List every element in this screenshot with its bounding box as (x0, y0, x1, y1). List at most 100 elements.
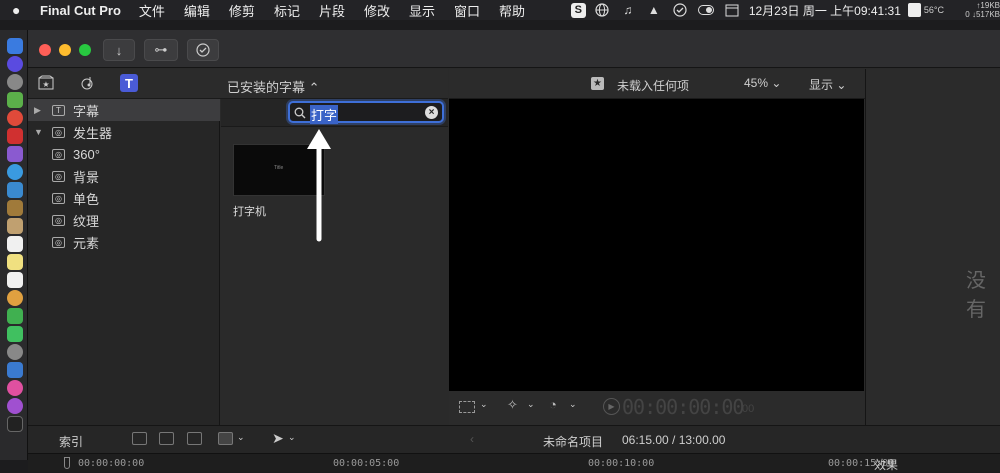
transform-icon[interactable] (459, 401, 475, 413)
clock[interactable]: 12月23日 周一 上午09:41:31 (749, 2, 901, 19)
launchpad-icon[interactable] (7, 74, 23, 90)
keynote-icon[interactable] (7, 362, 23, 378)
finder-icon[interactable] (7, 38, 23, 54)
playhead-icon[interactable] (64, 457, 70, 469)
chevron-down-icon[interactable]: ⌄ (569, 399, 577, 410)
net-down: 0 ↓517KB (965, 10, 1000, 19)
sidebar-item-backgrounds[interactable]: ◎ 背景 (28, 165, 220, 187)
itunes-icon[interactable] (7, 380, 23, 396)
generator-icon: ◎ (52, 126, 65, 138)
enhance-icon[interactable]: ✧ (507, 397, 518, 413)
safari-icon[interactable] (7, 164, 23, 180)
generator-icon: ◎ (52, 214, 65, 226)
contacts-icon[interactable] (7, 218, 23, 234)
sidebar-item-360[interactable]: ◎ 360° (28, 143, 220, 165)
background-tasks-button[interactable] (187, 39, 219, 61)
menu-file[interactable]: 文件 (139, 1, 165, 20)
clear-search-icon[interactable]: × (425, 106, 438, 119)
menu-trim[interactable]: 修剪 (229, 1, 255, 20)
timeline-ruler[interactable]: 00:00:00:00 00:00:05:00 00:00:10:00 00:0… (28, 453, 1000, 472)
close-button[interactable] (39, 44, 51, 56)
tv-icon[interactable] (7, 416, 23, 432)
import-button[interactable]: ↓ (103, 39, 135, 61)
app-menu[interactable]: Final Cut Pro (40, 3, 121, 18)
xcode-icon[interactable] (7, 182, 23, 198)
minimize-button[interactable] (59, 44, 71, 56)
back-icon[interactable]: ‹ (470, 432, 474, 446)
app-red-icon[interactable] (7, 128, 23, 144)
final-cut-window: ↓ ⊶ ★ T 已安装的字幕 ⌃ ▶ T 字幕 ▼ ◎ 发生器 ◎ 360° ◎… (28, 30, 1000, 472)
select-tool-icon[interactable]: ➤ (272, 430, 284, 447)
photos-icon[interactable] (7, 290, 23, 306)
calendar-icon[interactable] (722, 2, 742, 18)
viewer-canvas[interactable] (449, 99, 864, 391)
disclosure-right-icon[interactable]: ▶ (34, 105, 44, 116)
inspector-placeholder: 没有 (966, 270, 986, 321)
menu-help[interactable]: 帮助 (499, 1, 525, 20)
chrome-icon[interactable] (7, 110, 23, 126)
zoom-button[interactable] (79, 44, 91, 56)
apple-menu-icon[interactable]: ● (12, 2, 34, 18)
android-icon[interactable] (7, 92, 23, 108)
facetime-icon[interactable] (7, 308, 23, 324)
reminders-icon[interactable] (7, 272, 23, 288)
sidebar-item-textures[interactable]: ◎ 纹理 (28, 209, 220, 231)
chevron-down-icon[interactable]: ⌄ (237, 432, 245, 443)
speed-icon[interactable]: ◔ (549, 397, 557, 412)
messages-icon[interactable] (7, 326, 23, 342)
effects-label[interactable]: 效果 (874, 456, 898, 473)
thumb-title-text: Title (274, 165, 284, 171)
sidebar-item-label: 元素 (73, 235, 100, 251)
play-icon[interactable]: ▶ (603, 398, 620, 415)
connect-clip-icon[interactable] (132, 432, 147, 445)
titles-generators-icon[interactable]: T (120, 74, 138, 92)
preferences-icon[interactable] (7, 344, 23, 360)
zoom-menu[interactable]: 45% ⌄ (744, 76, 781, 90)
viewer-star-icon[interactable]: ★ (591, 77, 604, 90)
index-button[interactable]: 索引 (59, 433, 83, 450)
notes-icon[interactable] (7, 254, 23, 270)
menu-view[interactable]: 显示 (409, 1, 435, 20)
menu-mark[interactable]: 标记 (274, 1, 300, 20)
overwrite-clip-icon[interactable] (218, 432, 233, 445)
project-duration: 06:15.00 / 13:00.00 (622, 433, 726, 447)
check-circle-icon[interactable] (670, 2, 690, 18)
menu-window[interactable]: 窗口 (454, 1, 480, 20)
browser-title[interactable]: 已安装的字幕 ⌃ (227, 77, 320, 96)
keywords-button[interactable]: ⊶ (144, 39, 178, 61)
calendar-dock-icon[interactable] (7, 236, 23, 252)
bookmark-icon[interactable] (907, 3, 921, 17)
notes-brown-icon[interactable] (7, 200, 23, 216)
search-input[interactable]: 打字 × (288, 101, 444, 124)
music-note-icon[interactable]: ♫ (618, 2, 638, 18)
chevron-down-icon[interactable]: ⌄ (527, 399, 535, 410)
ruler-tick-label: 00:00:05:00 (333, 458, 400, 469)
menu-edit[interactable]: 编辑 (184, 1, 210, 20)
sidebar-item-elements[interactable]: ◎ 元素 (28, 231, 220, 253)
chevron-down-icon[interactable]: ⌄ (480, 399, 488, 410)
photos-audio-icon[interactable] (79, 74, 97, 92)
append-clip-icon[interactable] (187, 432, 202, 445)
chevron-down-icon[interactable]: ⌄ (288, 432, 296, 443)
app-purple-icon[interactable] (7, 146, 23, 162)
sidebar-item-solids[interactable]: ◎ 单色 (28, 187, 220, 209)
search-query[interactable]: 打字 (310, 105, 339, 124)
sidebar-item-titles[interactable]: ▶ T 字幕 (28, 99, 220, 121)
generator-icon: ◎ (52, 192, 65, 204)
timecode-display[interactable]: 00:00:00:00 (622, 395, 744, 419)
notification-icon[interactable]: ▲ (644, 2, 664, 18)
toggle-icon[interactable] (696, 2, 716, 18)
disclosure-down-icon[interactable]: ▼ (34, 127, 44, 137)
menu-clip[interactable]: 片段 (319, 1, 345, 20)
ruler-tick-label: 00:00:10:00 (588, 458, 655, 469)
ruler-tick-label: 00:00:00:00 (78, 458, 145, 469)
s-app-icon[interactable]: S (570, 2, 586, 18)
sidebar-item-generators[interactable]: ▼ ◎ 发生器 (28, 121, 220, 143)
globe-icon[interactable] (592, 2, 612, 18)
siri-icon[interactable] (7, 56, 23, 72)
menu-modify[interactable]: 修改 (364, 1, 390, 20)
insert-clip-icon[interactable] (159, 432, 174, 445)
view-menu[interactable]: 显示 ⌄ (809, 76, 846, 93)
libraries-icon[interactable]: ★ (37, 74, 55, 92)
podcasts-icon[interactable] (7, 398, 23, 414)
